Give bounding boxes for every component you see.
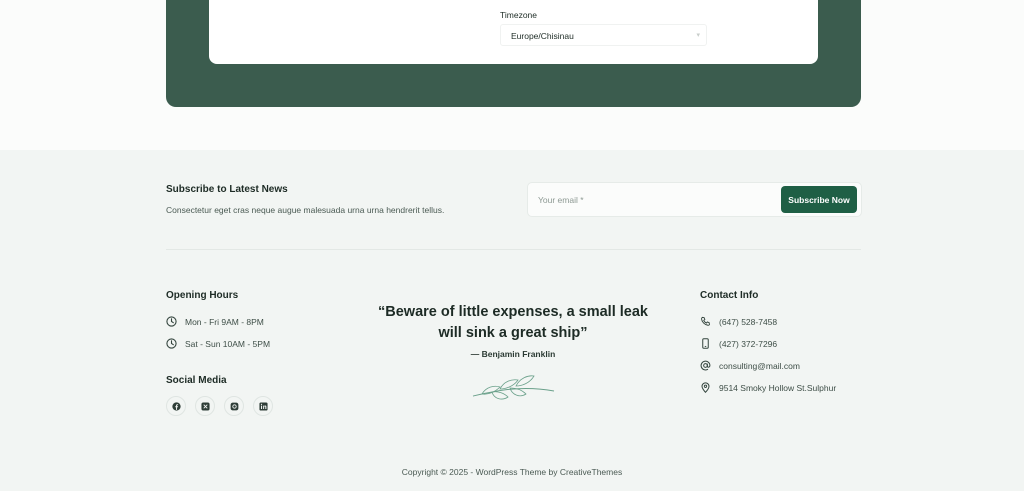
quote-author: — Benjamin Franklin	[470, 349, 556, 359]
street-address: 9514 Smoky Hollow St.Sulphur	[719, 382, 837, 393]
facebook-icon	[171, 401, 181, 411]
map-pin-icon	[701, 382, 710, 393]
contact-mobile-row: (427) 372-7296	[700, 338, 777, 349]
at-sign-icon	[700, 360, 711, 371]
footer-divider	[166, 249, 861, 250]
subscribe-button[interactable]: Subscribe Now	[781, 186, 857, 213]
contact-phone-row: (647) 528-7458	[700, 316, 777, 327]
x-icon	[200, 401, 210, 411]
social-links	[166, 396, 273, 416]
opening-hours-text: Sat - Sun 10AM - 5PM	[185, 338, 271, 349]
timezone-select[interactable]: Europe/Chisinau ▾	[500, 24, 707, 46]
opening-hours-text: Mon - Fri 9AM - 8PM	[185, 316, 264, 327]
subscribe-description: Consectetur eget cras neque augue malesu…	[166, 205, 445, 215]
mobile-number[interactable]: (427) 372-7296	[719, 339, 777, 349]
facebook-link[interactable]	[166, 396, 186, 416]
opening-hours-item: Sat - Sun 10AM - 5PM	[166, 338, 270, 349]
email-address[interactable]: consulting@mail.com	[719, 361, 800, 371]
contact-address-row: 9514 Smoky Hollow St.Sulphur	[700, 382, 836, 393]
copyright-text: Copyright © 2025 - WordPress Theme by Cr…	[401, 467, 623, 477]
chevron-down-icon: ▾	[696, 32, 700, 39]
social-media-title: Social Media	[166, 375, 227, 386]
leaf-branch-icon	[472, 375, 555, 400]
mobile-icon	[702, 338, 709, 349]
opening-hours-title: Opening Hours	[166, 290, 239, 301]
timezone-value: Europe/Chisinau	[511, 31, 574, 41]
x-link[interactable]	[195, 396, 215, 416]
clock-icon	[166, 338, 177, 349]
contact-info-title: Contact Info	[700, 290, 759, 301]
quote-text: “Beware of little expenses, a small leak…	[378, 304, 648, 341]
contact-email-row: consulting@mail.com	[700, 360, 800, 371]
clock-icon	[166, 316, 177, 327]
opening-hours-item: Mon - Fri 9AM - 8PM	[166, 316, 264, 327]
email-field[interactable]	[538, 193, 768, 207]
instagram-icon	[230, 402, 238, 410]
linkedin-link[interactable]	[253, 396, 273, 416]
instagram-link[interactable]	[224, 396, 244, 416]
linkedin-icon	[258, 401, 268, 411]
phone-icon	[701, 316, 710, 326]
top-section: Timezone Europe/Chisinau ▾	[0, 0, 1024, 150]
phone-number[interactable]: (647) 528-7458	[719, 317, 777, 327]
subscribe-title: Subscribe to Latest News	[166, 184, 288, 195]
timezone-label: Timezone	[500, 10, 538, 20]
